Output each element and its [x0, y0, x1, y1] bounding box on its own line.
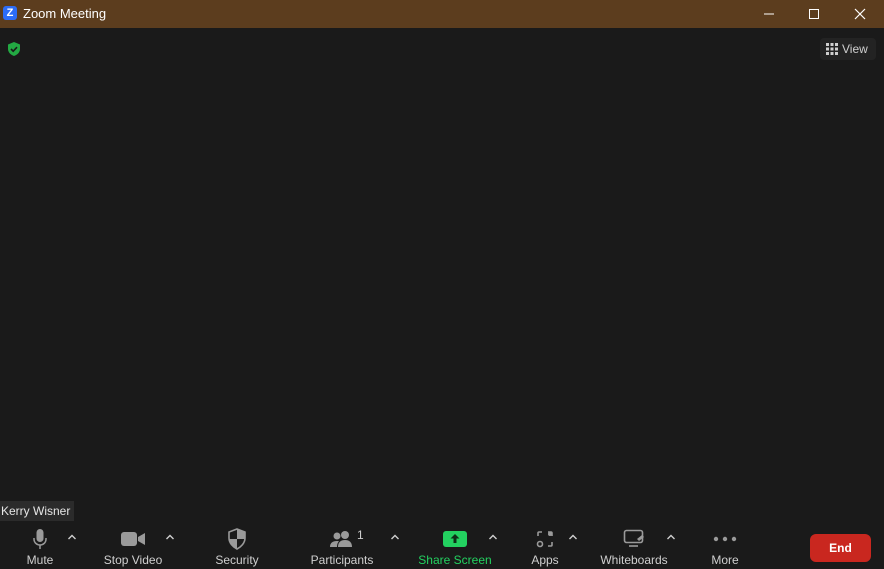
apps-label: Apps	[531, 553, 559, 567]
whiteboards-button[interactable]: Whiteboards	[596, 521, 672, 569]
share-screen-button[interactable]: Share Screen	[416, 521, 494, 569]
share-options-button[interactable]	[488, 532, 498, 542]
mute-button[interactable]: Mute	[16, 521, 64, 569]
minimize-button[interactable]	[746, 0, 792, 28]
title-bar[interactable]: Z Zoom Meeting	[0, 0, 884, 28]
more-label: More	[711, 553, 739, 567]
close-icon	[854, 8, 866, 20]
mute-label: Mute	[26, 553, 54, 567]
share-screen-label: Share Screen	[418, 553, 492, 567]
view-button[interactable]: View	[820, 38, 876, 60]
whiteboards-options-button[interactable]	[666, 532, 676, 542]
chevron-up-icon	[489, 534, 497, 540]
participants-count: 1	[357, 528, 364, 542]
shield-check-icon	[8, 42, 20, 56]
security-shield-icon	[227, 527, 247, 551]
stop-video-label: Stop Video	[103, 553, 163, 567]
meeting-security-indicator[interactable]	[6, 41, 22, 57]
chevron-up-icon	[166, 534, 174, 540]
zoom-meeting-window: Z Zoom Meeting View Kerry Wisner Mute St…	[0, 0, 884, 569]
video-camera-icon	[120, 527, 146, 551]
close-window-button[interactable]	[837, 0, 883, 28]
people-icon	[329, 527, 355, 551]
apps-icon	[535, 527, 555, 551]
apps-options-button[interactable]	[568, 532, 578, 542]
window-title: Zoom Meeting	[23, 6, 107, 21]
participants-label: Participants	[310, 553, 374, 567]
more-dots-icon	[713, 527, 737, 551]
stop-video-button[interactable]: Stop Video	[98, 521, 168, 569]
whiteboards-label: Whiteboards	[600, 553, 668, 567]
video-options-button[interactable]	[165, 532, 175, 542]
view-label: View	[842, 42, 868, 56]
grid-icon	[826, 43, 838, 55]
share-screen-icon	[443, 527, 467, 551]
security-button[interactable]: Security	[208, 521, 266, 569]
apps-button[interactable]: Apps	[525, 521, 565, 569]
more-button[interactable]: More	[704, 521, 746, 569]
participants-button[interactable]: Participants	[306, 521, 378, 569]
maximize-icon	[809, 9, 819, 19]
chevron-up-icon	[569, 534, 577, 540]
security-label: Security	[215, 553, 259, 567]
participants-options-button[interactable]	[390, 532, 400, 542]
participant-name-tag: Kerry Wisner	[0, 501, 75, 521]
chevron-up-icon	[391, 534, 399, 540]
meeting-toolbar: Mute Stop Video Security Participants 1 …	[0, 521, 884, 569]
zoom-logo-icon: Z	[3, 6, 17, 20]
chevron-up-icon	[68, 534, 76, 540]
whiteboard-icon	[623, 527, 645, 551]
end-meeting-button[interactable]: End	[810, 534, 871, 562]
maximize-button[interactable]	[791, 0, 837, 28]
mute-options-button[interactable]	[67, 532, 77, 542]
minimize-icon	[764, 13, 774, 15]
microphone-icon	[32, 527, 48, 551]
chevron-up-icon	[667, 534, 675, 540]
